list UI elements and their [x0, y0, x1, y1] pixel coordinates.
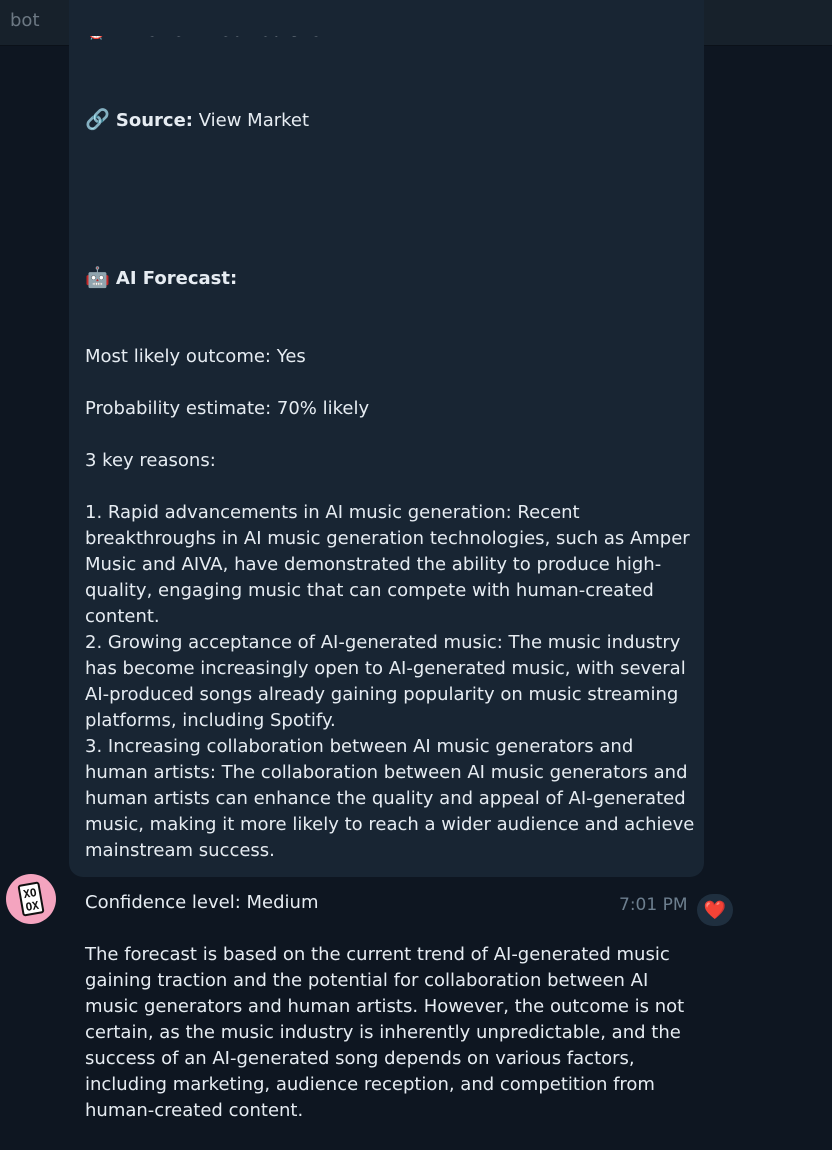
forecast-heading: 🤖 AI Forecast:: [85, 264, 697, 292]
message-line: 3. Increasing collaboration between AI m…: [85, 736, 634, 757]
source-line: 🔗 Source: View Market: [85, 106, 697, 134]
message-line: 2. Growing acceptance of AI-generated mu…: [85, 632, 681, 653]
message-line: human-created content.: [85, 1100, 304, 1121]
forecast-label: AI Forecast:: [115, 268, 238, 289]
link-icon: 🔗: [85, 107, 110, 131]
forecast-body: Most likely outcome: Yes Probability esti…: [85, 344, 697, 1124]
heart-icon: ❤️: [703, 899, 727, 921]
message-line: has become increasingly open to AI-gener…: [85, 658, 686, 679]
clipped-line-text: ⏰ Time Left: 480 hours left: [85, 36, 334, 44]
avatar-card-icon: XO OX: [17, 881, 45, 917]
source-link[interactable]: View Market: [199, 110, 309, 131]
avatar-glyph-bottom: OX: [24, 898, 40, 914]
message-line: success of an AI-generated song depends …: [85, 1048, 635, 1069]
message-line: The forecast is based on the current tre…: [85, 944, 670, 965]
reaction-badge[interactable]: ❤️: [697, 894, 733, 926]
message-timestamp: 7:01 PM: [619, 895, 688, 915]
message-line: 3 key reasons:: [85, 450, 216, 471]
message-line: AI-produced songs already gaining popula…: [85, 684, 679, 705]
message-line: Most likely outcome: Yes: [85, 346, 306, 367]
chat-title[interactable]: bot: [10, 10, 40, 31]
message-line: mainstream success.: [85, 840, 275, 861]
message-line: Confidence level: Medium: [85, 892, 319, 913]
message-line: Music and AIVA, have demonstrated the ab…: [85, 554, 662, 575]
message-line: human artists: The collaboration between…: [85, 762, 688, 783]
message-line: 1. Rapid advancements in AI music genera…: [85, 502, 580, 523]
message-line: gaining traction and the potential for c…: [85, 970, 649, 991]
message-text: 🔗 Source: View Market 🤖 AI Forecast: Most …: [85, 54, 697, 1150]
message-line: content.: [85, 606, 160, 627]
message-line: Probability estimate: 70% likely: [85, 398, 370, 419]
message-line: including marketing, audience reception,…: [85, 1074, 655, 1095]
message-line: breakthroughs in AI music generation tec…: [85, 528, 690, 549]
source-label: Source:: [115, 110, 194, 131]
message-line: human artists can enhance the quality an…: [85, 788, 686, 809]
message-line: music generators and human artists. Howe…: [85, 996, 685, 1017]
message-line: platforms, including Spotify.: [85, 710, 336, 731]
message-line: quality, engaging music that can compete…: [85, 580, 654, 601]
message-line: music, making it more likely to reach a …: [85, 814, 695, 835]
avatar[interactable]: XO OX: [6, 874, 56, 924]
message-line: certain, as the music industry is inhere…: [85, 1022, 681, 1043]
clipped-line: ⏰ Time Left: 480 hours left: [85, 36, 385, 50]
robot-icon: 🤖: [85, 265, 110, 289]
